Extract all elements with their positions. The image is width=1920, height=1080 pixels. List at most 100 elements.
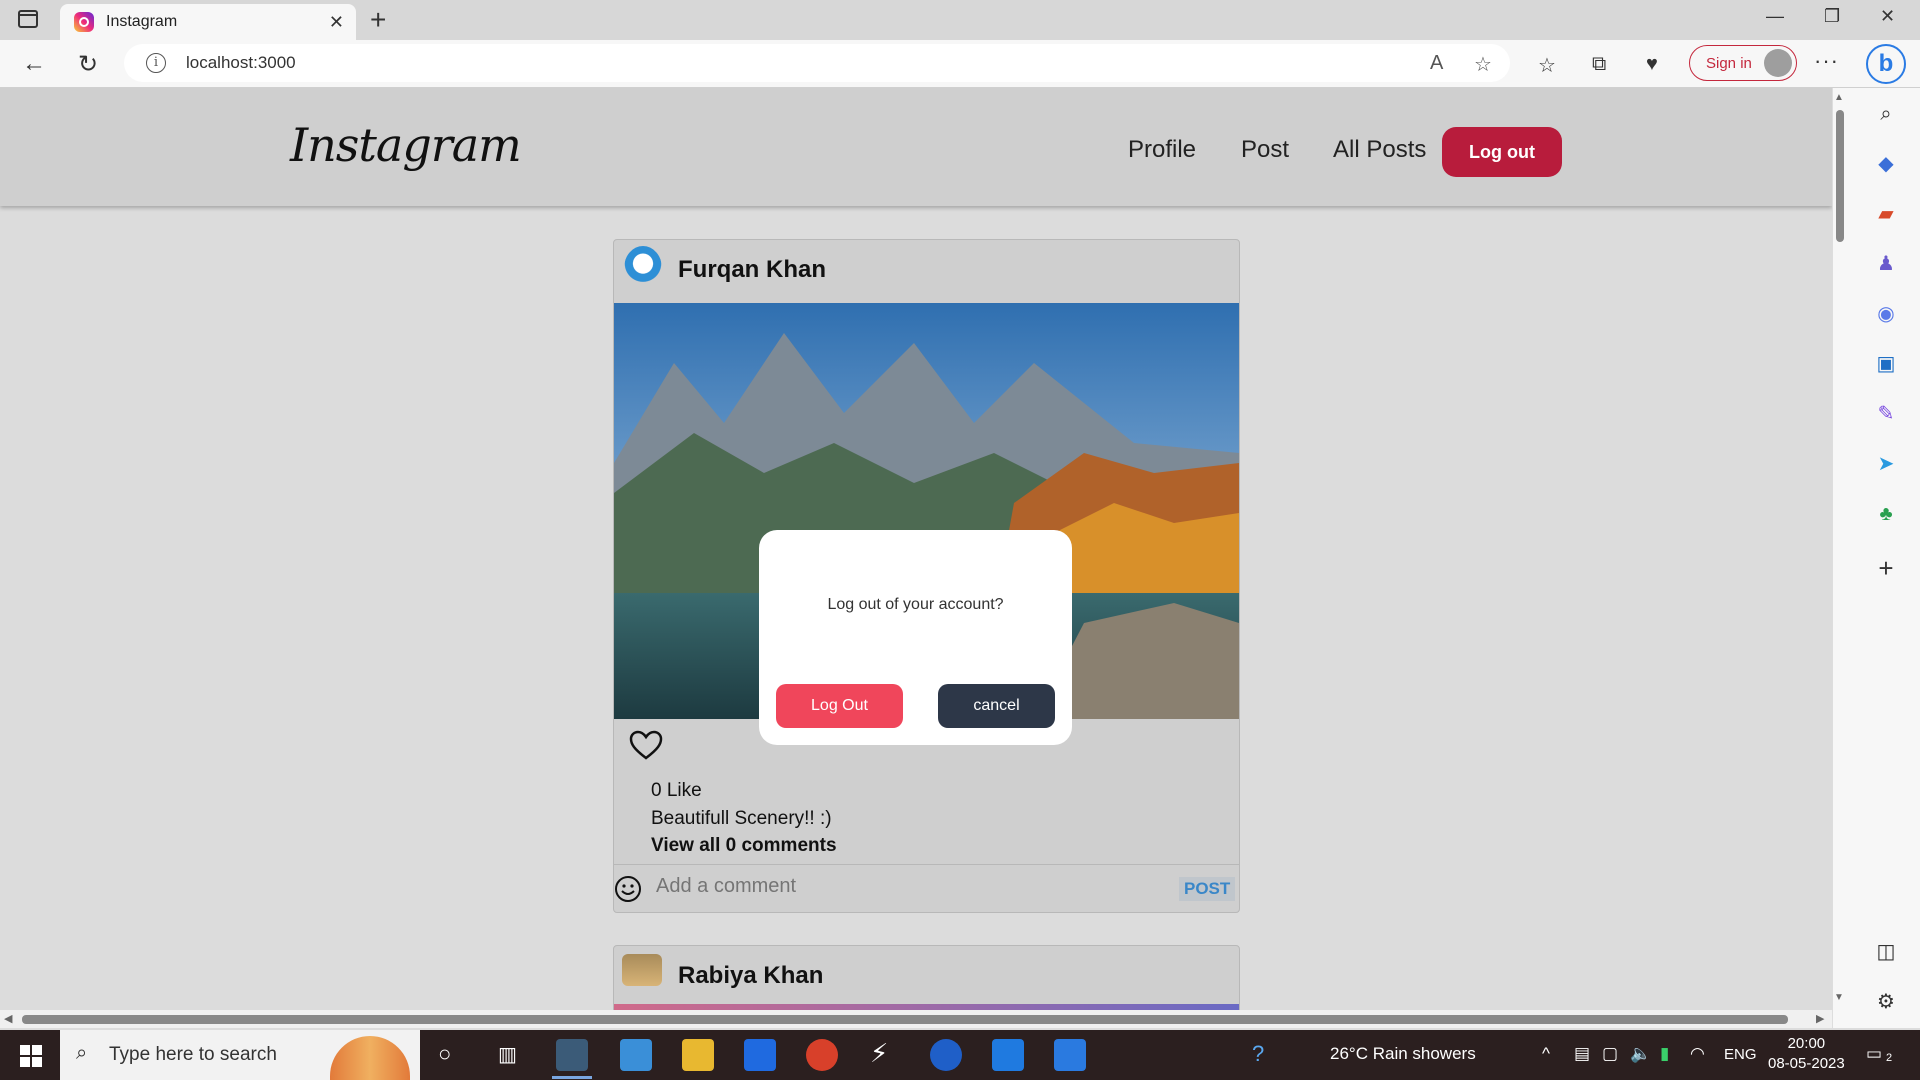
app-header: Instagram Profile Post All Posts Log out	[0, 88, 1832, 206]
post-header: Rabiya Khan	[614, 946, 1239, 1010]
logout-dialog: Log out of your account? Log Out cancel	[759, 530, 1072, 745]
post-card: Rabiya Khan	[613, 945, 1240, 1010]
search-icon[interactable]: ⌕	[1874, 102, 1898, 126]
horizontal-scrollbar-thumb[interactable]	[22, 1015, 1788, 1024]
instagram-logo[interactable]: Instagram	[290, 118, 522, 172]
wifi-icon[interactable]: ◠	[1690, 1044, 1705, 1064]
comment-row: POST	[614, 864, 1239, 913]
vscode-icon[interactable]	[992, 1039, 1024, 1071]
display-icon[interactable]: ▢	[1602, 1044, 1618, 1064]
post-comment-button[interactable]: POST	[1179, 877, 1236, 901]
taskbar-clock[interactable]: 20:00 08-05-2023	[1768, 1034, 1845, 1074]
app-bolt-icon[interactable]: ⚡	[870, 1038, 888, 1069]
cortana-icon[interactable]: ○	[438, 1041, 451, 1067]
shopping-icon[interactable]: ◆	[1874, 152, 1898, 176]
address-bar[interactable]: i localhost:3000 A ☆	[124, 44, 1510, 82]
tray-overflow-icon[interactable]: ^	[1542, 1044, 1550, 1064]
tools-icon[interactable]: ▰	[1874, 202, 1898, 226]
browser-toolbar: ← ↻ i localhost:3000 A ☆ ☆ ⧉ ♥ Sign in ·…	[0, 40, 1920, 88]
nav-profile-link[interactable]: Profile	[1128, 136, 1196, 164]
minimize-icon[interactable]: —	[1766, 6, 1784, 27]
collections-icon[interactable]: ⧉	[1592, 53, 1606, 76]
more-options-icon[interactable]: ···	[1814, 48, 1839, 74]
notification-count: 2	[1886, 1052, 1893, 1064]
confirm-logout-button[interactable]: Log Out	[776, 684, 903, 728]
active-app-indicator	[552, 1076, 592, 1079]
like-heart-icon[interactable]	[628, 728, 664, 764]
scroll-left-icon[interactable]: ◀	[4, 1012, 12, 1025]
nav-logout-button[interactable]: Log out	[1442, 127, 1562, 177]
drop-icon[interactable]: ➤	[1874, 452, 1898, 476]
add-sidebar-icon[interactable]: +	[1874, 555, 1898, 581]
post-caption: Beautifull Scenery!! :)	[651, 808, 832, 829]
notifications-icon[interactable]: ▭	[1866, 1044, 1882, 1064]
read-aloud-icon[interactable]: A	[1430, 52, 1443, 75]
post-author[interactable]: Rabiya Khan	[678, 962, 823, 990]
emoji-icon[interactable]	[614, 875, 642, 903]
site-info-icon[interactable]: i	[146, 53, 166, 73]
clock-time: 20:00	[1787, 1035, 1826, 1052]
favorites-icon[interactable]: ☆	[1538, 53, 1556, 78]
post-header: Furqan Khan	[614, 240, 1239, 303]
sign-in-button[interactable]: Sign in	[1689, 45, 1797, 81]
nav-post-link[interactable]: Post	[1241, 136, 1289, 164]
weather-text[interactable]: 26°C Rain showers	[1330, 1044, 1476, 1064]
add-favorite-icon[interactable]: ☆	[1474, 52, 1492, 77]
browser-tab[interactable]: Instagram ✕	[60, 4, 356, 40]
search-icon: ⌕	[76, 1042, 88, 1064]
close-window-icon[interactable]: ✕	[1880, 6, 1895, 27]
photos-app-icon[interactable]	[1054, 1039, 1086, 1071]
nav-all-posts-link[interactable]: All Posts	[1333, 136, 1426, 164]
edge-app-icon[interactable]	[556, 1039, 588, 1071]
tab-title: Instagram	[106, 13, 178, 30]
post-author[interactable]: Furqan Khan	[678, 256, 826, 284]
restore-icon[interactable]: ❐	[1824, 6, 1840, 27]
close-tab-icon[interactable]: ✕	[329, 12, 344, 33]
outlook-icon[interactable]: ▣	[1874, 352, 1898, 376]
chrome-icon[interactable]	[806, 1039, 838, 1071]
tab-actions-icon[interactable]	[18, 10, 38, 28]
games-icon[interactable]: ♟	[1874, 252, 1898, 276]
new-tab-icon[interactable]: +	[370, 4, 386, 36]
like-count: 0 Like	[651, 780, 702, 801]
file-explorer-icon[interactable]	[682, 1039, 714, 1071]
scroll-up-icon[interactable]: ▲	[1834, 92, 1844, 103]
settings-icon[interactable]: ⚙	[1874, 990, 1898, 1014]
dropbox-icon[interactable]	[744, 1039, 776, 1071]
taskbar-search[interactable]: ⌕ Type here to search	[60, 1030, 420, 1080]
tab-strip: Instagram ✕ + — ❐ ✕	[0, 0, 1920, 40]
view-comments-link[interactable]: View all 0 comments	[651, 835, 837, 857]
scroll-down-icon[interactable]: ▼	[1834, 992, 1844, 1003]
refresh-icon[interactable]: ↻	[78, 50, 98, 79]
windows-start-icon[interactable]	[20, 1045, 42, 1067]
search-highlight-image	[330, 1036, 410, 1080]
bing-chat-icon[interactable]: b	[1866, 44, 1906, 84]
browser-essentials-icon[interactable]: ♥	[1646, 53, 1658, 76]
language-indicator[interactable]: ENG	[1724, 1046, 1757, 1063]
mail-app-icon[interactable]	[620, 1039, 652, 1071]
profile-avatar-icon	[1764, 49, 1792, 77]
microsoft-365-icon[interactable]: ◉	[1874, 302, 1898, 326]
author-avatar[interactable]	[622, 954, 662, 986]
clock-date: 08-05-2023	[1768, 1055, 1845, 1072]
page-viewport: Instagram Profile Post All Posts Log out…	[0, 88, 1832, 1010]
network-drive-icon[interactable]: ▤	[1574, 1044, 1590, 1064]
help-icon[interactable]: ?	[1252, 1041, 1264, 1067]
comment-input[interactable]	[656, 875, 1156, 898]
horizontal-scrollbar: ◀ ▶	[0, 1010, 1832, 1028]
scroll-right-icon[interactable]: ▶	[1816, 1012, 1824, 1025]
designer-icon[interactable]: ✎	[1874, 402, 1898, 426]
vertical-scrollbar-thumb[interactable]	[1836, 110, 1844, 242]
split-screen-icon[interactable]: ◫	[1874, 940, 1898, 964]
word-app-icon[interactable]	[930, 1039, 962, 1071]
windows-taskbar: ⌕ Type here to search ○ ▥ ⚡ ? 26°C Rain …	[0, 1030, 1920, 1080]
volume-icon[interactable]: 🔈	[1630, 1044, 1651, 1064]
back-icon[interactable]: ←	[22, 50, 46, 78]
tree-icon[interactable]: ♣	[1874, 502, 1898, 526]
task-view-icon[interactable]: ▥	[498, 1042, 517, 1067]
author-avatar[interactable]	[624, 246, 662, 290]
cancel-button[interactable]: cancel	[938, 684, 1055, 728]
taskbar-search-placeholder: Type here to search	[109, 1044, 277, 1065]
battery-icon[interactable]: ▮	[1660, 1044, 1669, 1064]
sign-in-label: Sign in	[1706, 54, 1752, 72]
